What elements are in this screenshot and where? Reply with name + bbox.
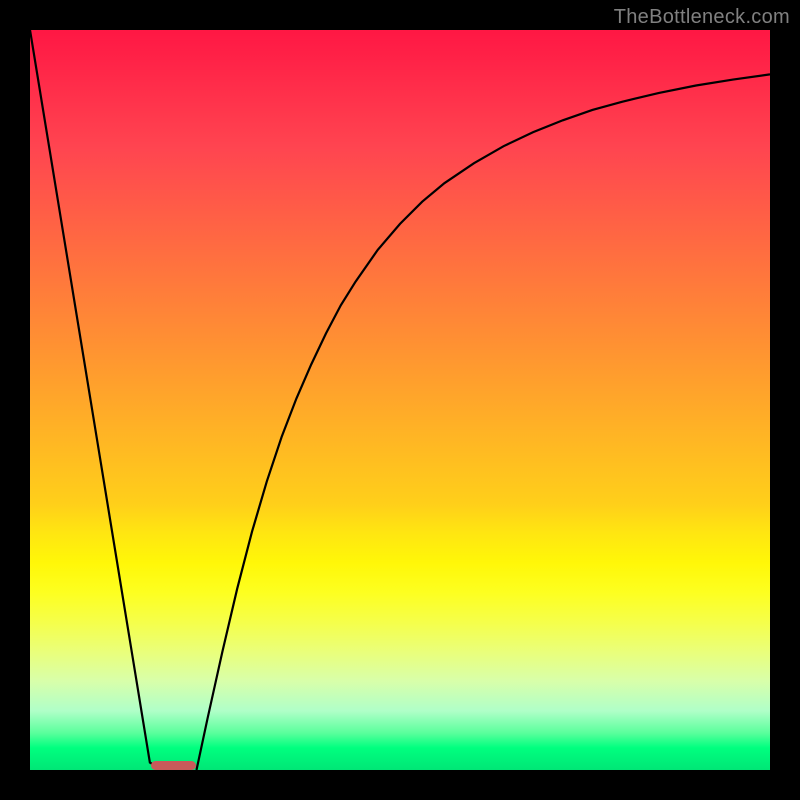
chart-container: TheBottleneck.com (0, 0, 800, 800)
right-curve (197, 74, 771, 770)
plot-area (30, 30, 770, 770)
bottleneck-marker (151, 761, 197, 770)
watermark-text: TheBottleneck.com (614, 6, 790, 29)
chart-curves (30, 30, 770, 770)
left-line-curve (30, 30, 163, 770)
